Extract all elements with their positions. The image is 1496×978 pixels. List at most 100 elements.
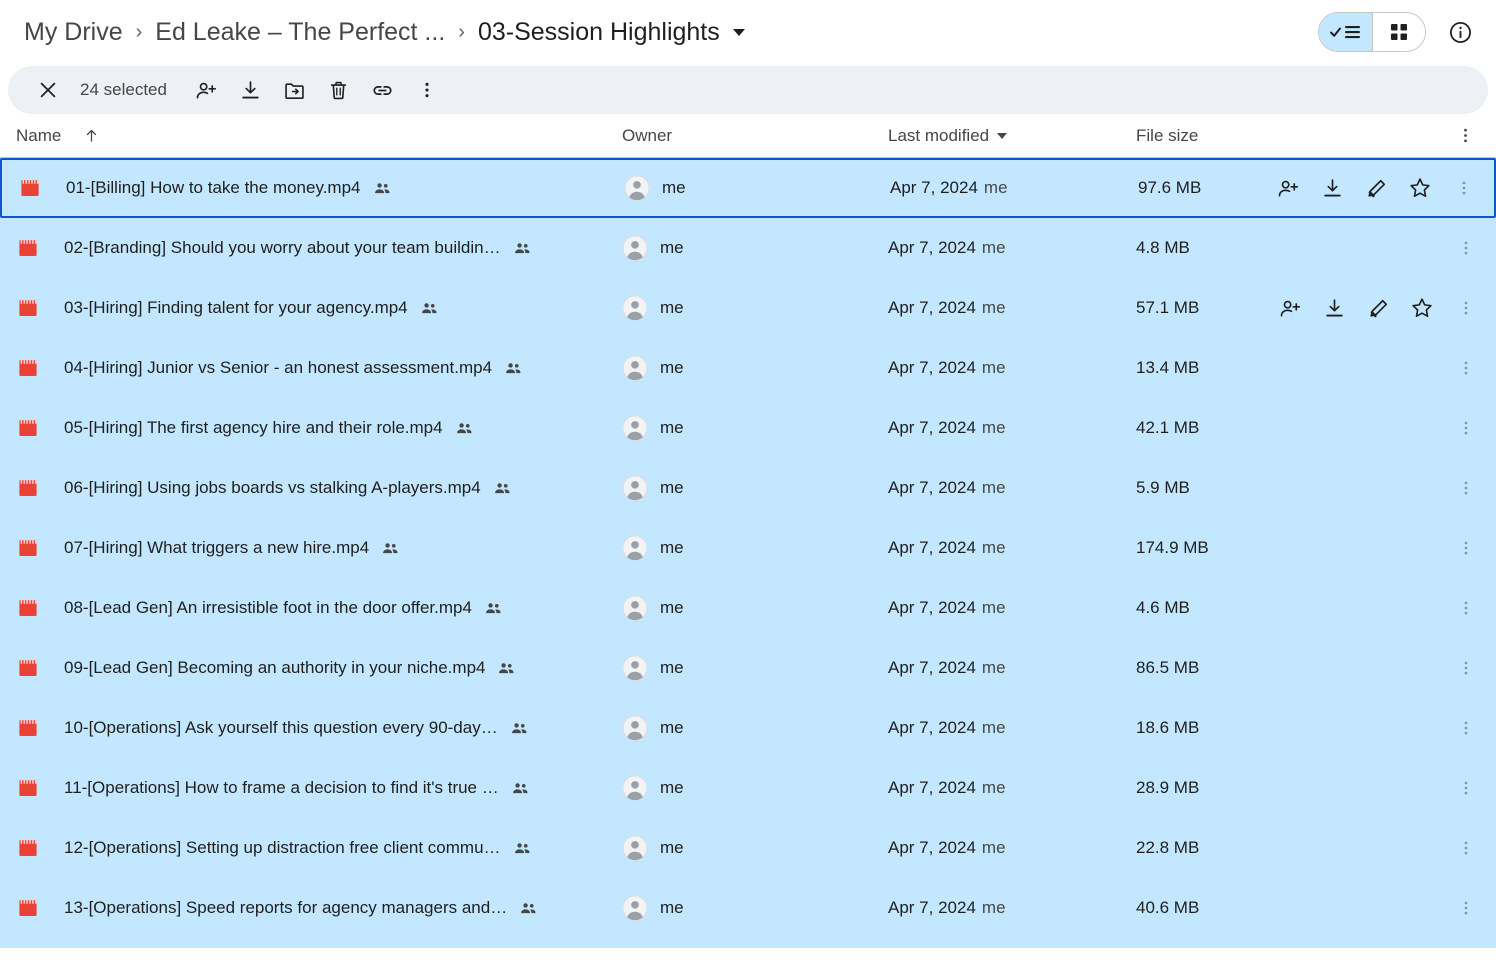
- row-more-button[interactable]: [1444, 466, 1488, 510]
- more-vert-icon: [1457, 539, 1475, 557]
- info-icon: [1448, 20, 1473, 45]
- row-star-button[interactable]: [1400, 286, 1444, 330]
- row-actions: [1242, 466, 1488, 510]
- column-options-button[interactable]: [1442, 126, 1488, 145]
- breadcrumb-item-parent-folder[interactable]: Ed Leake – The Perfect ...: [151, 15, 449, 49]
- avatar: [622, 895, 648, 921]
- column-header-size-label: File size: [1136, 126, 1198, 145]
- table-row[interactable]: 13-[Operations] Speed reports for agency…: [0, 878, 1496, 938]
- more-actions-button[interactable]: [405, 68, 449, 112]
- row-more-button[interactable]: [1444, 826, 1488, 870]
- row-more-button[interactable]: [1442, 166, 1486, 210]
- row-more-button[interactable]: [1444, 286, 1488, 330]
- modified-by-label: me: [982, 538, 1006, 557]
- avatar: [622, 835, 648, 861]
- modified-date-label: Apr 7, 2024: [888, 778, 976, 797]
- row-more-button[interactable]: [1444, 226, 1488, 270]
- more-vert-icon: [417, 80, 437, 100]
- more-vert-icon: [1457, 419, 1475, 437]
- clear-selection-button[interactable]: [26, 68, 70, 112]
- column-header-owner[interactable]: Owner: [622, 126, 888, 146]
- list-view-button[interactable]: [1319, 13, 1372, 51]
- row-actions: [1242, 706, 1488, 750]
- table-row[interactable]: 02-[Branding] Should you worry about you…: [0, 218, 1496, 278]
- shared-people-icon: [420, 299, 439, 318]
- shared-people-icon: [504, 359, 523, 378]
- share-button[interactable]: [185, 68, 229, 112]
- row-edit-button[interactable]: [1354, 166, 1398, 210]
- table-row[interactable]: 11-[Operations] How to frame a decision …: [0, 758, 1496, 818]
- row-star-button[interactable]: [1398, 166, 1442, 210]
- row-more-button[interactable]: [1444, 886, 1488, 930]
- trash-button[interactable]: [317, 68, 361, 112]
- file-list[interactable]: 01-[Billing] How to take the money.mp4 m…: [0, 158, 1496, 948]
- modified-by-label: me: [982, 238, 1006, 257]
- owner-label: me: [660, 238, 684, 258]
- star-icon: [1408, 176, 1432, 200]
- table-row[interactable]: 04-[Hiring] Junior vs Senior - an honest…: [0, 338, 1496, 398]
- file-name-label: 12-[Operations] Setting up distraction f…: [64, 838, 501, 858]
- table-row[interactable]: 09-[Lead Gen] Becoming an authority in y…: [0, 638, 1496, 698]
- download-icon: [1323, 297, 1346, 320]
- video-file-icon: [16, 416, 40, 440]
- file-size-cell: 13.4 MB: [1136, 358, 1242, 378]
- row-download-button[interactable]: [1310, 166, 1354, 210]
- breadcrumb-item-my-drive[interactable]: My Drive: [20, 15, 127, 49]
- row-more-button[interactable]: [1444, 526, 1488, 570]
- info-button[interactable]: [1440, 12, 1480, 52]
- row-more-button[interactable]: [1444, 766, 1488, 810]
- row-more-button[interactable]: [1444, 706, 1488, 750]
- video-file-icon: [18, 176, 42, 200]
- video-file-icon: [16, 296, 40, 320]
- row-actions: [1242, 226, 1488, 270]
- shared-people-icon: [381, 539, 400, 558]
- row-more-button[interactable]: [1444, 586, 1488, 630]
- avatar: [622, 715, 648, 741]
- file-name-label: 01-[Billing] How to take the money.mp4: [66, 178, 361, 198]
- table-row[interactable]: 03-[Hiring] Finding talent for your agen…: [0, 278, 1496, 338]
- move-to-folder-button[interactable]: [273, 68, 317, 112]
- share-icon: [1279, 297, 1302, 320]
- row-actions: [1242, 406, 1488, 450]
- breadcrumb-item-current-folder[interactable]: 03-Session Highlights: [474, 15, 724, 49]
- owner-cell: me: [622, 355, 888, 381]
- table-row[interactable]: 10-[Operations] Ask yourself this questi…: [0, 698, 1496, 758]
- row-download-button[interactable]: [1312, 286, 1356, 330]
- table-row[interactable]: 06-[Hiring] Using jobs boards vs stalkin…: [0, 458, 1496, 518]
- row-share-button[interactable]: [1266, 166, 1310, 210]
- grid-view-button[interactable]: [1372, 13, 1425, 51]
- owner-label: me: [660, 658, 684, 678]
- chevron-down-icon[interactable]: [733, 29, 745, 36]
- owner-label: me: [660, 298, 684, 318]
- download-button[interactable]: [229, 68, 273, 112]
- table-row[interactable]: 12-[Operations] Setting up distraction f…: [0, 818, 1496, 878]
- row-more-button[interactable]: [1444, 406, 1488, 450]
- row-share-button[interactable]: [1268, 286, 1312, 330]
- table-row[interactable]: 05-[Hiring] The first agency hire and th…: [0, 398, 1496, 458]
- last-modified-cell: Apr 7, 2024me: [890, 178, 1138, 198]
- video-file-icon: [16, 596, 40, 620]
- file-size-cell: 42.1 MB: [1136, 418, 1242, 438]
- file-size-cell: 174.9 MB: [1136, 538, 1242, 558]
- last-modified-cell: Apr 7, 2024me: [888, 478, 1136, 498]
- last-modified-cell: Apr 7, 2024me: [888, 838, 1136, 858]
- table-row[interactable]: 08-[Lead Gen] An irresistible foot in th…: [0, 578, 1496, 638]
- row-more-button[interactable]: [1444, 646, 1488, 690]
- column-header-modified[interactable]: Last modified: [888, 126, 1136, 146]
- file-name-label: 06-[Hiring] Using jobs boards vs stalkin…: [64, 478, 481, 498]
- avatar: [622, 355, 648, 381]
- file-size-label: 57.1 MB: [1136, 298, 1199, 317]
- file-size-label: 4.8 MB: [1136, 238, 1190, 257]
- table-row[interactable]: 01-[Billing] How to take the money.mp4 m…: [0, 158, 1496, 218]
- row-actions: [1240, 166, 1486, 210]
- owner-cell: me: [622, 775, 888, 801]
- get-link-button[interactable]: [361, 68, 405, 112]
- column-header-name[interactable]: Name: [16, 126, 622, 146]
- row-edit-button[interactable]: [1356, 286, 1400, 330]
- column-header-size[interactable]: File size: [1136, 126, 1442, 146]
- table-row[interactable]: 07-[Hiring] What triggers a new hire.mp4…: [0, 518, 1496, 578]
- more-vert-icon: [1455, 179, 1473, 197]
- row-more-button[interactable]: [1444, 346, 1488, 390]
- owner-cell: me: [622, 415, 888, 441]
- file-name-label: 02-[Branding] Should you worry about you…: [64, 238, 501, 258]
